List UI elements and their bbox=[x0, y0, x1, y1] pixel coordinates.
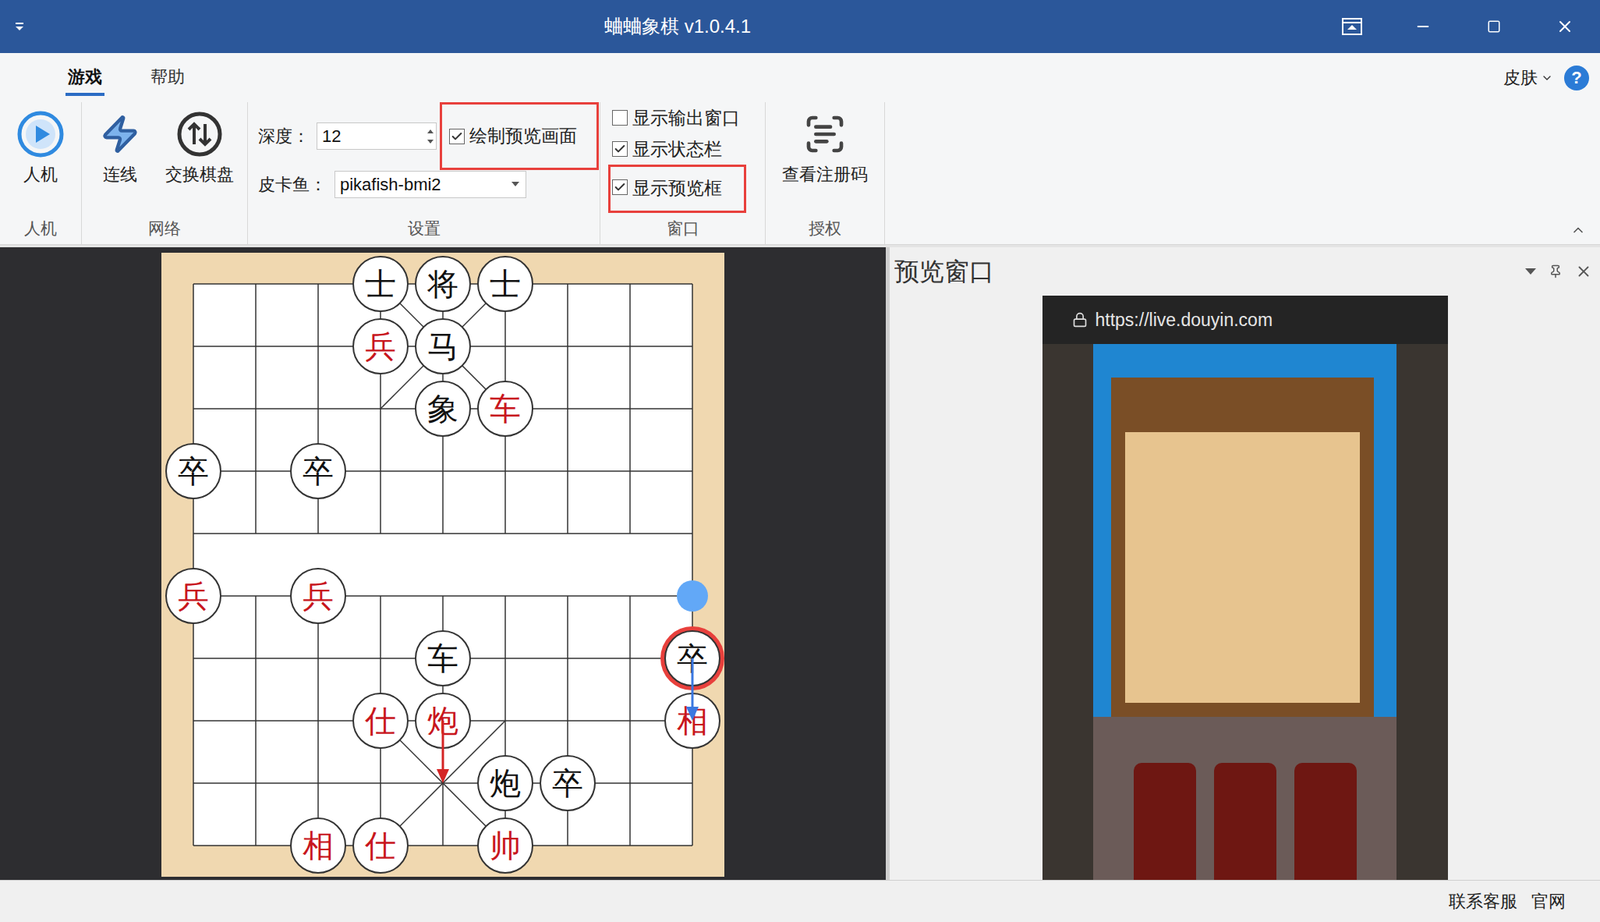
window-title: 蛐蛐象棋 v1.0.4.1 bbox=[38, 12, 1317, 41]
chess-piece[interactable]: 马 bbox=[414, 318, 471, 375]
play-icon bbox=[16, 109, 65, 159]
move-arrow bbox=[436, 720, 450, 783]
chess-piece[interactable]: 车 bbox=[414, 630, 471, 687]
main-area: 士将士兵马象车卒卒兵兵车卒仕炮相炮卒相仕帅预览窗口https://live.do… bbox=[0, 247, 1600, 880]
swap-icon bbox=[175, 109, 224, 159]
close-button[interactable] bbox=[1529, 0, 1600, 54]
help-button[interactable]: ? bbox=[1564, 65, 1590, 91]
preview-title: 预览窗口 bbox=[894, 252, 1526, 291]
window-option[interactable]: 显示预览框 bbox=[608, 164, 747, 213]
app-window: 蛐蛐象棋 v1.0.4.1游戏帮助皮肤?人机人机连线交换棋盘网络深度：12绘制预… bbox=[0, 0, 1600, 922]
window-option-checkbox[interactable] bbox=[612, 109, 628, 126]
chess-piece[interactable]: 将 bbox=[414, 255, 471, 312]
dropdown-icon bbox=[511, 181, 520, 187]
quick-access-icon[interactable] bbox=[0, 20, 39, 33]
skin-menu[interactable]: 皮肤 bbox=[1503, 64, 1554, 91]
preview-header: 预览窗口 bbox=[889, 247, 1600, 296]
close-icon bbox=[1555, 17, 1575, 36]
ribbon-tab[interactable]: 游戏 bbox=[65, 59, 105, 96]
status-bar: 联系客服官网 bbox=[0, 879, 1600, 922]
window-option-checkbox[interactable] bbox=[612, 141, 628, 157]
chess-piece[interactable]: 相 bbox=[664, 692, 721, 749]
engine-label: 皮卡鱼： bbox=[258, 171, 335, 198]
chess-board[interactable]: 士将士兵马象车卒卒兵兵车卒仕炮相炮卒相仕帅 bbox=[161, 252, 725, 877]
minimize-icon bbox=[1414, 17, 1432, 36]
maximize-button[interactable] bbox=[1458, 0, 1530, 54]
chess-piece[interactable]: 车 bbox=[477, 380, 534, 437]
depth-label: 深度： bbox=[258, 123, 317, 149]
chess-piece[interactable]: 卒 bbox=[664, 630, 721, 687]
window-option-checkbox[interactable] bbox=[612, 179, 628, 195]
window-option[interactable]: 显示状态栏 bbox=[608, 133, 765, 165]
pin-icon[interactable] bbox=[1548, 264, 1563, 279]
board-panel: 士将士兵马象车卒卒兵兵车卒仕炮相炮卒相仕帅 bbox=[0, 247, 886, 880]
depth-spinner[interactable]: 12 bbox=[316, 122, 437, 150]
chess-piece[interactable]: 卒 bbox=[290, 442, 347, 500]
spinner-arrows-icon bbox=[424, 126, 436, 147]
maximize-icon bbox=[1486, 19, 1501, 34]
ai-button[interactable]: 人机 bbox=[16, 109, 65, 188]
chess-piece[interactable]: 兵 bbox=[290, 567, 347, 624]
group-label: 授权 bbox=[765, 212, 885, 245]
lock-icon bbox=[1072, 311, 1088, 328]
live-video bbox=[1042, 343, 1448, 880]
minimize-button[interactable] bbox=[1387, 0, 1459, 54]
chess-piece[interactable]: 炮 bbox=[414, 692, 471, 749]
ribbon-group: 人机人机 bbox=[0, 102, 82, 245]
draw-preview-option[interactable]: 绘制预览画面 bbox=[439, 102, 599, 170]
move-arrow bbox=[686, 658, 699, 721]
chess-piece[interactable]: 士 bbox=[352, 255, 409, 312]
chess-piece[interactable]: 象 bbox=[414, 380, 471, 437]
move-marker bbox=[676, 580, 708, 612]
chess-piece[interactable]: 仕 bbox=[352, 692, 409, 749]
check-icon bbox=[450, 130, 464, 143]
window-controls bbox=[1316, 0, 1600, 54]
check-icon bbox=[613, 142, 627, 156]
preview-frame: https://live.douyin.com bbox=[1042, 295, 1448, 880]
chess-piece[interactable]: 兵 bbox=[165, 567, 222, 624]
group-label: 网络 bbox=[81, 212, 248, 245]
swap-board-button[interactable]: 交换棋盘 bbox=[165, 109, 234, 188]
close-panel-icon[interactable] bbox=[1575, 262, 1593, 280]
ribbon-group: 深度：12绘制预览画面皮卡鱼：pikafish-bmi2 设置 bbox=[247, 102, 601, 245]
chess-piece[interactable]: 士 bbox=[477, 255, 534, 312]
group-label: 人机 bbox=[0, 212, 82, 245]
chess-piece[interactable]: 卒 bbox=[539, 754, 596, 811]
chess-piece[interactable]: 帅 bbox=[477, 817, 534, 874]
ribbon-group: 连线交换棋盘网络 bbox=[81, 102, 248, 245]
collapse-ribbon-icon[interactable] bbox=[1570, 222, 1586, 238]
engine-dropdown[interactable]: pikafish-bmi2 bbox=[334, 170, 527, 199]
status-link[interactable]: 联系客服 bbox=[1448, 888, 1518, 914]
tray-button[interactable] bbox=[1316, 0, 1388, 54]
draw-preview-checkbox[interactable] bbox=[449, 128, 465, 145]
group-label: 设置 bbox=[247, 212, 600, 245]
ribbon-group: 查看注册码授权 bbox=[765, 102, 885, 245]
check-icon bbox=[613, 180, 627, 194]
view-license-button[interactable]: 查看注册码 bbox=[782, 109, 868, 188]
ribbon-tab[interactable]: 帮助 bbox=[148, 59, 188, 96]
status-link[interactable]: 官网 bbox=[1531, 888, 1566, 914]
preview-panel: 预览窗口 https://live.douyin.com bbox=[889, 247, 1600, 880]
panel-menu-icon[interactable] bbox=[1525, 268, 1537, 275]
ribbon-body: 人机人机连线交换棋盘网络深度：12绘制预览画面皮卡鱼：pikafish-bmi2… bbox=[0, 102, 1600, 245]
chess-piece[interactable]: 兵 bbox=[352, 318, 409, 375]
url-bar: https://live.douyin.com bbox=[1042, 295, 1448, 344]
group-label: 窗口 bbox=[600, 212, 765, 245]
chess-piece[interactable]: 相 bbox=[290, 817, 347, 874]
chess-piece[interactable]: 仕 bbox=[352, 817, 409, 874]
ribbon-tabs: 游戏 帮助 皮肤? bbox=[0, 53, 1600, 103]
scan-code-icon bbox=[803, 112, 847, 156]
chess-piece[interactable]: 炮 bbox=[477, 754, 534, 811]
tray-icon bbox=[1341, 17, 1363, 36]
ribbon-group: 显示输出窗口显示状态栏显示预览框窗口 bbox=[600, 102, 766, 245]
window-option[interactable]: 显示输出窗口 bbox=[608, 102, 765, 134]
chess-piece[interactable]: 卒 bbox=[165, 442, 222, 500]
connect-button[interactable]: 连线 bbox=[95, 109, 145, 188]
dropdown-icon bbox=[1540, 71, 1554, 85]
title-bar: 蛐蛐象棋 v1.0.4.1 bbox=[0, 0, 1600, 54]
lightning-icon bbox=[99, 113, 141, 155]
move-arrows bbox=[161, 252, 725, 877]
